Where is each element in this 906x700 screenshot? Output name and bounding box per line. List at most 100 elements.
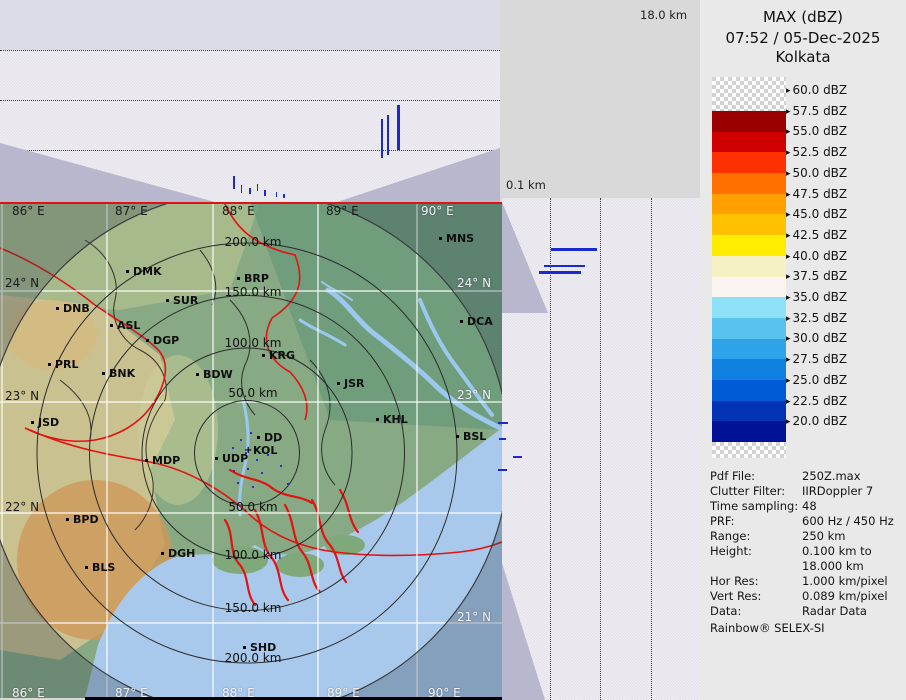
legend-arrow-icon: ▸ bbox=[786, 190, 791, 200]
legend-band bbox=[712, 111, 786, 132]
metadata-row: Height:0.100 km to bbox=[710, 544, 902, 559]
metadata-value: 0.100 km to bbox=[802, 544, 872, 559]
legend-value: 32.5 dBZ bbox=[793, 311, 848, 325]
legend-value: 37.5 dBZ bbox=[793, 269, 848, 283]
legend-band bbox=[712, 152, 786, 173]
metadata-label: Vert Res: bbox=[710, 589, 802, 604]
metadata-value: 1.000 km/pixel bbox=[802, 574, 888, 589]
legend-band bbox=[712, 359, 786, 380]
legend-value: 52.5 dBZ bbox=[793, 145, 848, 159]
reflectivity-echo bbox=[233, 176, 235, 189]
reflectivity-echo bbox=[381, 119, 383, 158]
legend-band bbox=[712, 401, 786, 422]
legend-arrow-icon: ▸ bbox=[786, 210, 791, 220]
legend-band bbox=[712, 297, 786, 318]
radar-map bbox=[0, 202, 502, 698]
metadata-value: 48 bbox=[802, 499, 817, 514]
metadata-value: IIRDoppler 7 bbox=[802, 484, 873, 499]
metadata-row: PRF:600 Hz / 450 Hz bbox=[710, 514, 902, 529]
legend-value: 35.0 dBZ bbox=[793, 290, 848, 304]
legend-label: ▸60.0 dBZ bbox=[786, 82, 847, 98]
station-name: Kolkata bbox=[700, 48, 906, 66]
legend-value: 27.5 dBZ bbox=[793, 352, 848, 366]
reflectivity-echo bbox=[283, 194, 285, 198]
metadata-label: Clutter Filter: bbox=[710, 484, 802, 499]
metadata-label: Range: bbox=[710, 529, 802, 544]
reflectivity-echo bbox=[387, 115, 389, 155]
reflectivity-echo bbox=[249, 188, 251, 194]
legend-arrow-icon: ▸ bbox=[786, 169, 791, 179]
legend-value: 25.0 dBZ bbox=[793, 373, 848, 387]
product-metadata: Pdf File:250Z.maxClutter Filter:IIRDoppl… bbox=[710, 469, 902, 619]
legend-value: 57.5 dBZ bbox=[793, 104, 848, 118]
legend-label: ▸22.5 dBZ bbox=[786, 393, 847, 409]
legend-band bbox=[712, 339, 786, 360]
metadata-row: Data:Radar Data bbox=[710, 604, 902, 619]
legend-value: 60.0 dBZ bbox=[793, 83, 848, 97]
legend-band bbox=[712, 421, 786, 442]
legend-label: ▸57.5 dBZ bbox=[786, 103, 847, 119]
legend-value: 20.0 dBZ bbox=[793, 414, 848, 428]
metadata-label: Data: bbox=[710, 604, 802, 619]
metadata-label: Hor Res: bbox=[710, 574, 802, 589]
legend-value: 47.5 dBZ bbox=[793, 187, 848, 201]
height-gridline bbox=[600, 198, 601, 700]
legend-band bbox=[712, 173, 786, 194]
no-data-wedge bbox=[502, 563, 545, 700]
legend-band bbox=[712, 235, 786, 256]
legend-arrow-icon: ▸ bbox=[786, 417, 791, 427]
top-cross-section-panel bbox=[0, 0, 500, 202]
legend-label: ▸25.0 dBZ bbox=[786, 372, 847, 388]
legend-label: ▸55.0 dBZ bbox=[786, 123, 847, 139]
metadata-row: Range:250 km bbox=[710, 529, 902, 544]
legend-arrow-icon: ▸ bbox=[786, 355, 791, 365]
metadata-value: Radar Data bbox=[802, 604, 867, 619]
metadata-label bbox=[710, 559, 802, 574]
metadata-row: 18.000 km bbox=[710, 559, 902, 574]
metadata-value: 600 Hz / 450 Hz bbox=[802, 514, 894, 529]
legend-arrow-icon: ▸ bbox=[786, 376, 791, 386]
legend-arrow-icon: ▸ bbox=[786, 86, 791, 96]
metadata-row: Vert Res:0.089 km/pixel bbox=[710, 589, 902, 604]
legend-arrow-icon: ▸ bbox=[786, 127, 791, 137]
reflectivity-echo bbox=[276, 192, 277, 197]
legend-band bbox=[712, 256, 786, 277]
legend-value: 50.0 dBZ bbox=[793, 166, 848, 180]
legend-arrow-icon: ▸ bbox=[786, 252, 791, 262]
legend-value: 55.0 dBZ bbox=[793, 124, 848, 138]
metadata-row: Time sampling:48 bbox=[710, 499, 902, 514]
product-title: MAX (dBZ) bbox=[700, 8, 906, 26]
radar-display-window: { "header": { "title": "MAX (dBZ)", "dat… bbox=[0, 0, 906, 700]
metadata-value: 250 km bbox=[802, 529, 845, 544]
legend-label: ▸20.0 dBZ bbox=[786, 413, 847, 429]
legend-arrow-icon: ▸ bbox=[786, 334, 791, 344]
software-credit: Rainbow® SELEX-SI bbox=[710, 621, 825, 635]
legend-value: 45.0 dBZ bbox=[793, 207, 848, 221]
reflectivity-echo bbox=[241, 185, 242, 193]
legend-band bbox=[712, 277, 786, 298]
legend-label: ▸35.0 dBZ bbox=[786, 289, 847, 305]
legend-value: 30.0 dBZ bbox=[793, 331, 848, 345]
top-panel-echoes bbox=[0, 0, 500, 202]
metadata-value: 0.089 km/pixel bbox=[802, 589, 888, 604]
legend-band bbox=[712, 318, 786, 339]
legend-arrow-icon: ▸ bbox=[786, 293, 791, 303]
min-height-axis-label: 0.1 km bbox=[506, 178, 546, 192]
legend-label: ▸47.5 dBZ bbox=[786, 186, 847, 202]
legend-value: 22.5 dBZ bbox=[793, 394, 848, 408]
height-gridline bbox=[550, 198, 551, 700]
metadata-row: Clutter Filter:IIRDoppler 7 bbox=[710, 484, 902, 499]
legend-arrow-icon: ▸ bbox=[786, 148, 791, 158]
metadata-row: Hor Res:1.000 km/pixel bbox=[710, 574, 902, 589]
legend-arrow-icon: ▸ bbox=[786, 107, 791, 117]
legend-band bbox=[712, 194, 786, 215]
legend-label: ▸40.0 dBZ bbox=[786, 248, 847, 264]
height-gridline bbox=[651, 198, 652, 700]
product-datetime: 07:52 / 05-Dec-2025 bbox=[700, 29, 906, 47]
legend-arrow-icon: ▸ bbox=[786, 231, 791, 241]
legend-label: ▸50.0 dBZ bbox=[786, 165, 847, 181]
legend-arrow-icon: ▸ bbox=[786, 272, 791, 282]
legend-label: ▸45.0 dBZ bbox=[786, 206, 847, 222]
legend-band bbox=[712, 132, 786, 153]
reflectivity-echo bbox=[397, 105, 400, 150]
